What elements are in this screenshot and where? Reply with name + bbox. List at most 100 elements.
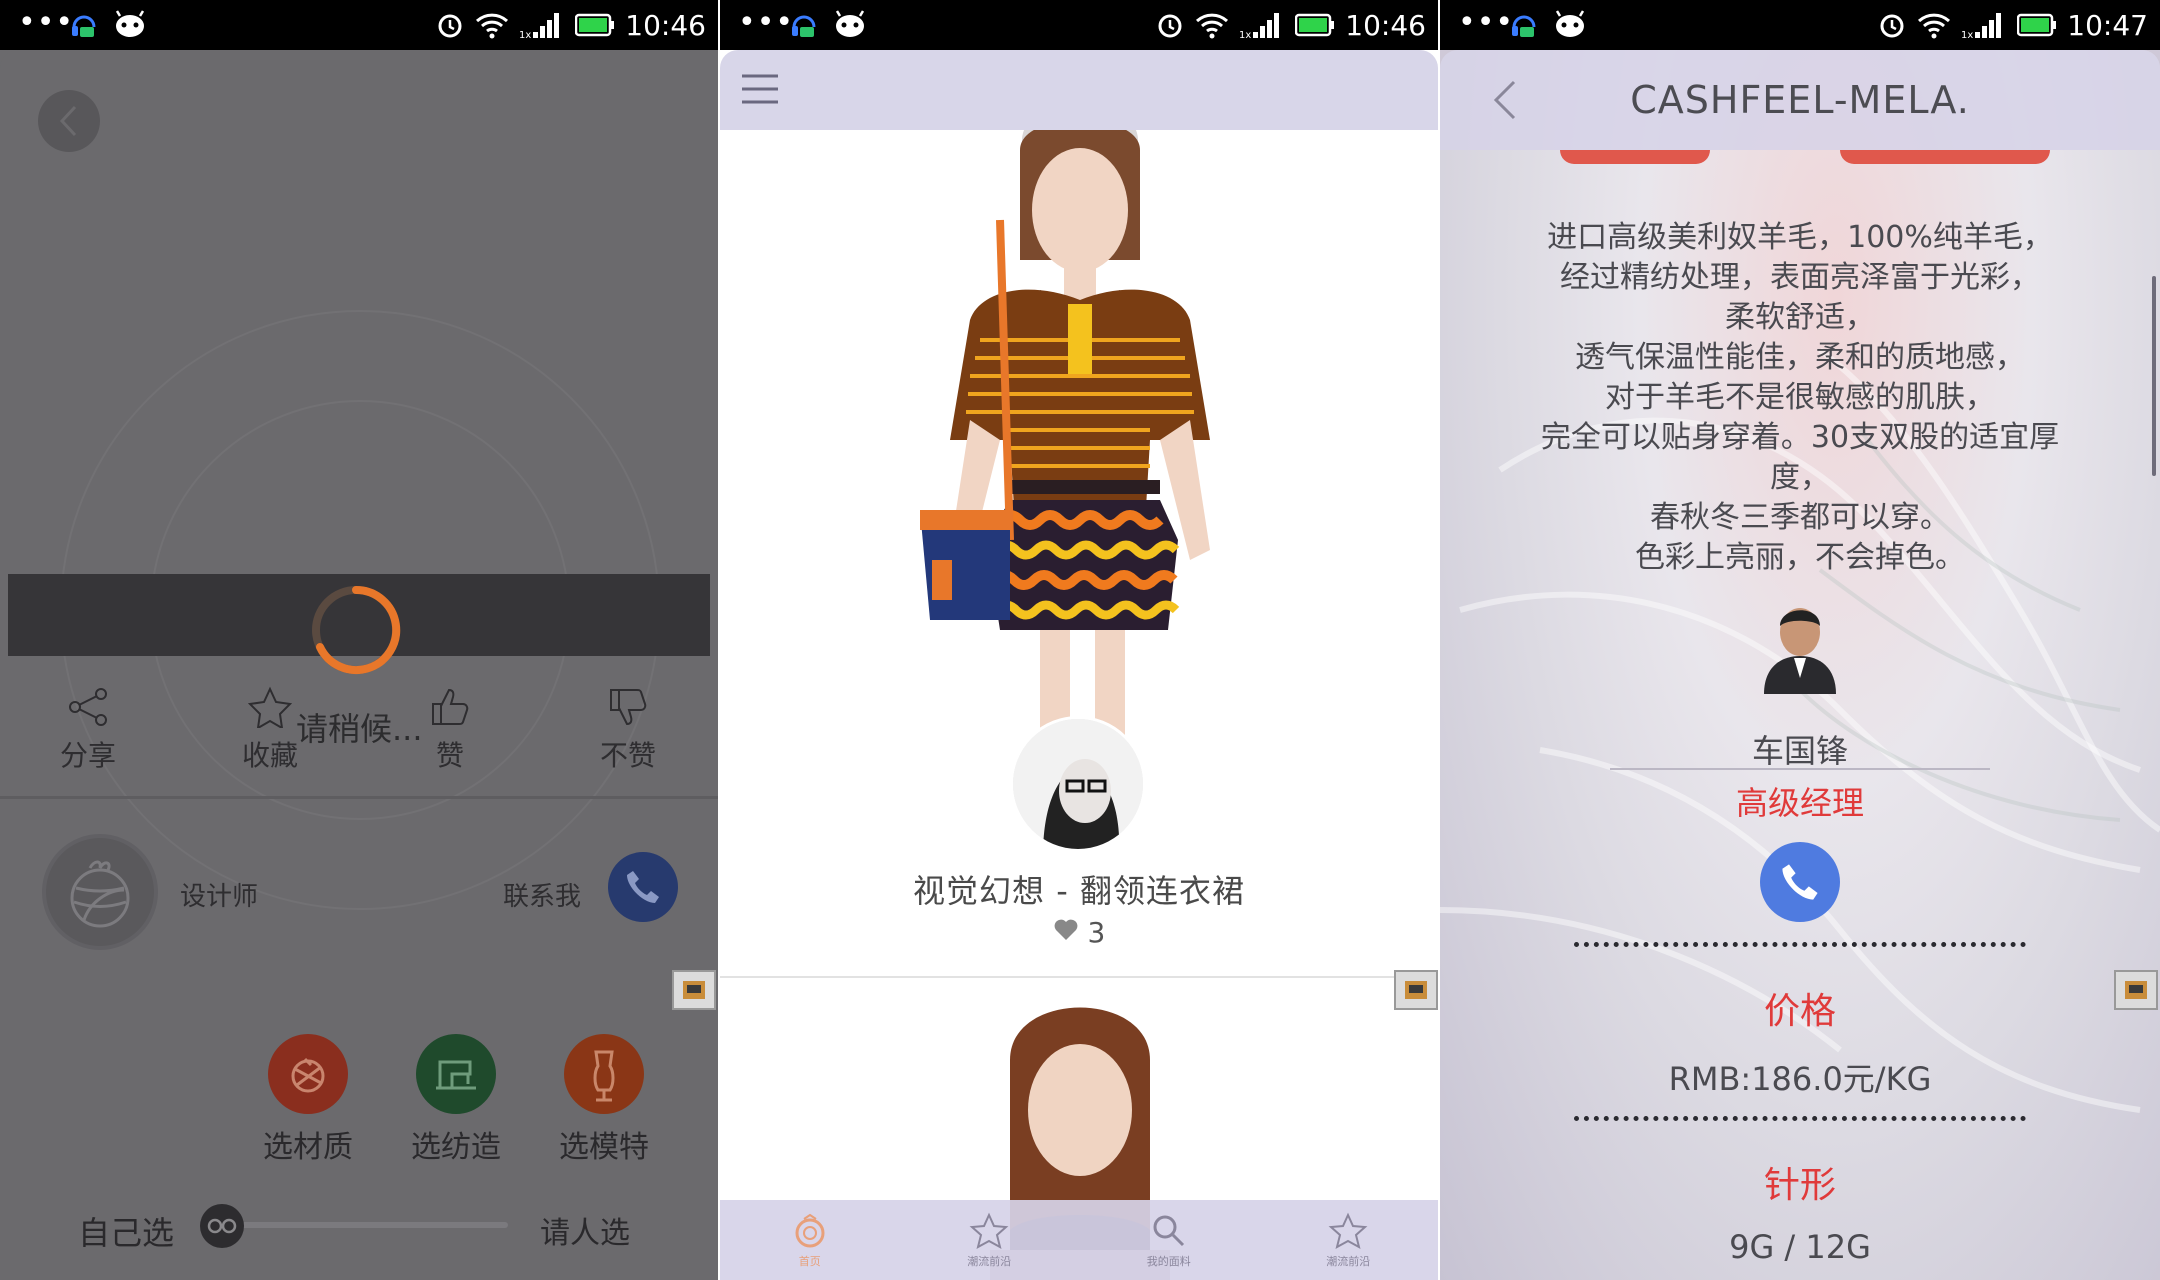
status-bar: ••• 1x 10:46	[0, 0, 718, 50]
star-outline-icon	[1328, 1212, 1368, 1249]
alarm-icon	[438, 14, 462, 38]
loading-text: 请稍候...	[296, 710, 423, 748]
back-button[interactable]	[38, 90, 100, 152]
wifi-icon	[1918, 13, 1951, 39]
manager-avatar[interactable]	[1756, 596, 1844, 694]
chevron-left-icon	[59, 105, 77, 137]
wifi-icon	[1196, 13, 1229, 39]
gauge-label: 针形	[1763, 1165, 1836, 1206]
scrollbar[interactable]	[2152, 276, 2156, 476]
page-title: CASHFEEL-MELA.	[1630, 78, 1970, 122]
nav-home[interactable]: 首页	[720, 1200, 900, 1280]
description-line: 完全可以贴身穿着。30支双股的适宜厚	[1540, 420, 2060, 455]
manager-title: 高级经理	[1735, 784, 1864, 822]
call-manager-button[interactable]	[1760, 842, 1840, 922]
headset-app-icon	[1512, 15, 1536, 37]
nav-favorites[interactable]: 潮流前沿	[1259, 1200, 1439, 1280]
like-count[interactable]: 3	[720, 916, 1438, 949]
description-line: 色彩上亮丽，不会掉色。	[1635, 540, 1965, 575]
signal-icon: 1x	[1239, 13, 1280, 40]
nav-favorites-label: 潮流前沿	[1326, 1255, 1371, 1268]
designer-label: 设计师	[180, 882, 259, 912]
status-right: 1x 10:46	[1155, 7, 1426, 43]
notification-dots: •••	[738, 5, 795, 40]
description-line: 透气保温性能佳，柔和的质地感，	[1575, 340, 2025, 375]
choose-slider-track[interactable]	[240, 1222, 508, 1228]
screen-customize: ••• 1x 10:46 分享 收藏 赞 不赞 请稍候... 设计师 联系我 选…	[0, 0, 718, 1280]
nav-trends[interactable]: 潮流前沿	[900, 1200, 1080, 1280]
headset-app-icon	[792, 15, 816, 37]
wifi-icon	[476, 13, 509, 39]
choose-material-button[interactable]: 选材质	[248, 1034, 368, 1166]
product-title[interactable]: 视觉幻想 - 翻领连衣裙	[720, 866, 1438, 912]
heart-icon	[1054, 919, 1078, 940]
floating-assistant-icon[interactable]	[672, 970, 716, 1010]
dislike-button[interactable]: 不赞	[578, 686, 678, 774]
yarn-icon	[268, 1034, 348, 1114]
clock: 10:46	[625, 8, 706, 42]
thumbs-down-icon	[610, 689, 647, 726]
status-bar: ••• 1x 10:46	[720, 0, 1438, 50]
sewing-machine-icon	[416, 1034, 496, 1114]
description-line: 经过精纺处理，表面亮泽富于光彩，	[1560, 260, 2040, 295]
nav-fabric[interactable]: 我的面料	[1079, 1200, 1259, 1280]
detail-header: CASHFEEL-MELA.	[1440, 50, 2160, 150]
like-count-value: 3	[1087, 916, 1106, 949]
contact-phone-button[interactable]	[608, 852, 678, 922]
price-label: 价格	[1763, 991, 1836, 1032]
share-icon	[69, 688, 107, 726]
svg-text:1x: 1x	[1961, 30, 1973, 40]
choose-model-button[interactable]: 选模特	[544, 1034, 664, 1166]
bottom-nav: 首页 潮流前沿 我的面料 潮流前沿	[720, 1200, 1438, 1280]
dotted-divider	[1574, 942, 2026, 947]
divider	[0, 796, 718, 799]
phone-icon	[627, 871, 659, 903]
choose-weave-button[interactable]: 选纺造	[396, 1034, 516, 1166]
feed-header	[720, 50, 1438, 130]
designer-avatar[interactable]	[1010, 716, 1146, 852]
card-divider	[720, 976, 1438, 978]
clock: 10:47	[2067, 8, 2148, 42]
designer-avatar[interactable]	[42, 834, 158, 950]
choose-weave-label: 选纺造	[411, 1130, 501, 1165]
price-value: RMB:186.0元/KG	[1668, 1060, 1932, 1098]
dotted-divider	[1574, 1116, 2026, 1121]
description-line: 度，	[1770, 460, 1830, 495]
manager-name: 车国锋	[1751, 732, 1848, 770]
clock: 10:46	[1345, 8, 1426, 42]
screen-fabric-detail: ••• 1x 10:47 CASHFEEL-MELA. 进口高级美利奴羊毛，10…	[1440, 0, 2160, 1280]
image-strip	[1840, 150, 2050, 164]
status-right: 1x 10:47	[1877, 7, 2148, 43]
thumbs-up-icon	[432, 688, 469, 725]
nav-home-label: 首页	[798, 1255, 821, 1268]
share-label: 分享	[59, 739, 116, 772]
owl-eyes-icon	[207, 1218, 237, 1234]
divider	[1610, 768, 1990, 770]
alarm-icon	[1880, 14, 1904, 38]
choose-slider-knob[interactable]	[200, 1204, 244, 1248]
status-right: 1x 10:46	[435, 7, 706, 43]
fabric-description: 进口高级美利奴羊毛，100%纯羊毛， 经过精纺处理，表面亮泽富于光彩， 柔软舒适…	[1500, 218, 2100, 578]
loading-spinner-icon	[312, 585, 401, 674]
svg-text:1x: 1x	[1239, 30, 1251, 40]
product-photo[interactable]	[870, 90, 1290, 780]
notification-dots: •••	[1458, 5, 1515, 40]
status-bar: ••• 1x 10:47	[1440, 0, 2160, 50]
star-icon	[969, 1212, 1009, 1249]
image-strip	[1560, 150, 1710, 164]
share-button[interactable]: 分享	[38, 686, 138, 774]
home-icon	[795, 1213, 825, 1248]
headset-app-icon	[72, 15, 96, 37]
battery-icon	[575, 13, 615, 37]
signal-icon: 1x	[1961, 13, 2002, 40]
contact-label: 联系我	[503, 882, 582, 912]
choose-model-label: 选模特	[559, 1130, 649, 1165]
floating-assistant-icon[interactable]	[2114, 970, 2158, 1010]
svg-text:1x: 1x	[519, 30, 531, 40]
floating-assistant-icon[interactable]	[1394, 970, 1438, 1010]
description-line: 对于羊毛不是很敏感的肌肤，	[1605, 380, 1995, 415]
android-icon	[1555, 10, 1585, 37]
menu-icon[interactable]	[740, 72, 780, 106]
description-line: 柔软舒适，	[1725, 300, 1875, 335]
notification-dots: •••	[18, 5, 75, 40]
